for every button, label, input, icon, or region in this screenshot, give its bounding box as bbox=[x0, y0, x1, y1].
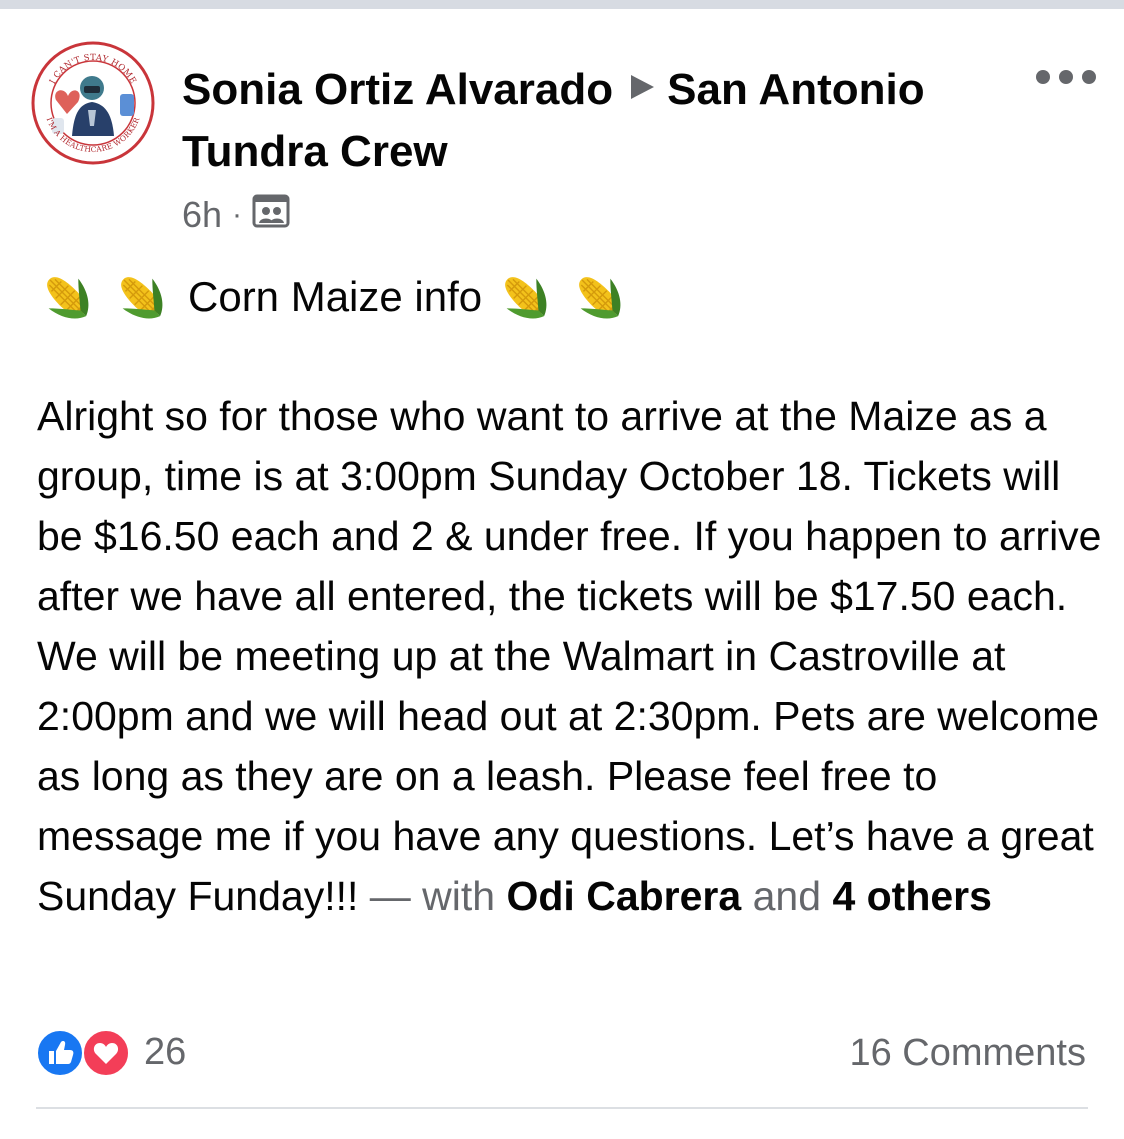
top-border bbox=[0, 0, 1124, 9]
tag-prefix: — with bbox=[369, 873, 496, 919]
tagged-person-link[interactable]: Odi Cabrera bbox=[507, 873, 742, 919]
corn-icon bbox=[36, 266, 98, 328]
author-avatar[interactable]: I CAN'T STAY HOME I'M A HEALTHCARE WORKE… bbox=[30, 40, 156, 166]
post-meta: 6h · bbox=[182, 190, 982, 240]
corn-icon bbox=[568, 266, 630, 328]
comments-count-link[interactable]: 16 Comments bbox=[849, 1028, 1086, 1078]
more-dot bbox=[1082, 70, 1096, 84]
post-body-text: Alright so for those who want to arrive … bbox=[37, 393, 1102, 919]
tag-and: and bbox=[752, 873, 822, 919]
reaction-icons bbox=[36, 1027, 132, 1077]
author-name-link[interactable]: Sonia Ortiz Alvarado bbox=[182, 65, 613, 114]
avatar-image: I CAN'T STAY HOME I'M A HEALTHCARE WORKE… bbox=[31, 41, 155, 165]
meta-separator: · bbox=[232, 198, 243, 232]
arrow-right-icon bbox=[627, 58, 657, 118]
footer-divider bbox=[36, 1107, 1088, 1109]
post-header: Sonia Ortiz Alvarado San Antonio Tundra C… bbox=[182, 60, 982, 240]
more-dot bbox=[1036, 70, 1050, 84]
like-icon bbox=[36, 1029, 84, 1077]
post-timestamp[interactable]: 6h bbox=[182, 194, 222, 236]
post-body: Alright so for those who want to arrive … bbox=[37, 386, 1107, 926]
reaction-count: 26 bbox=[144, 1030, 187, 1073]
post-author-line: Sonia Ortiz Alvarado San Antonio Tundra C… bbox=[182, 60, 982, 182]
tagged-others-link[interactable]: 4 others bbox=[832, 873, 992, 919]
corn-icon bbox=[494, 266, 556, 328]
group-audience-icon[interactable] bbox=[252, 194, 290, 237]
love-icon bbox=[82, 1029, 130, 1077]
post-title-line: Corn Maize info bbox=[36, 262, 642, 332]
corn-icon bbox=[110, 266, 172, 328]
post-title: Corn Maize info bbox=[188, 273, 483, 320]
more-options-icon[interactable] bbox=[1036, 64, 1096, 90]
reactions-summary[interactable]: 26 bbox=[36, 1026, 186, 1078]
more-dot bbox=[1059, 70, 1073, 84]
